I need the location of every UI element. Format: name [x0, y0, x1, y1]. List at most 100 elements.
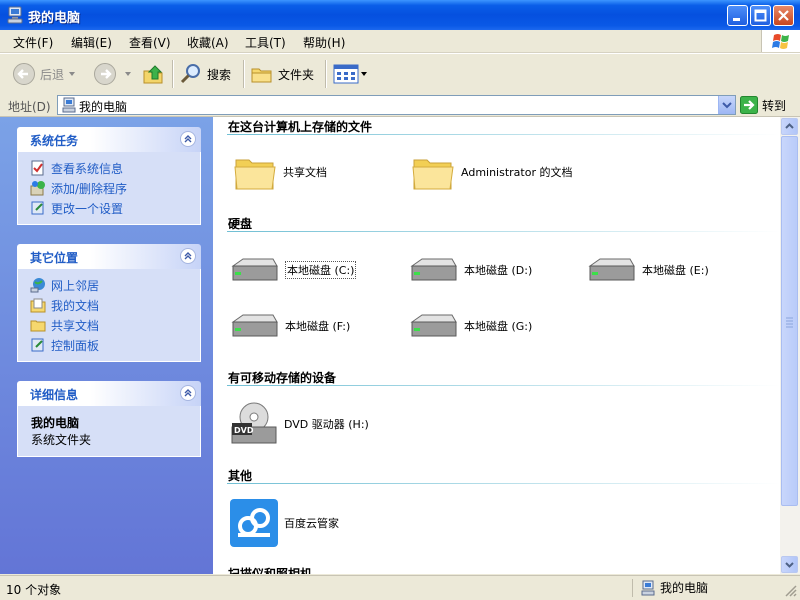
- scroll-thumb[interactable]: [781, 136, 798, 506]
- status-divider: [632, 579, 633, 597]
- menu-tools[interactable]: 工具(T): [245, 34, 286, 51]
- title-bar[interactable]: 我的电脑: [0, 0, 800, 30]
- details-name: 我的电脑: [31, 416, 80, 430]
- back-dropdown-icon[interactable]: [68, 70, 76, 78]
- views-icon: [333, 64, 367, 84]
- dvd-drive-icon: DVD: [231, 402, 277, 444]
- control-panel-icon: [31, 338, 44, 352]
- menu-favorites[interactable]: 收藏(A): [187, 34, 229, 51]
- status-location: 我的电脑: [640, 579, 708, 596]
- chevron-down-icon: [722, 102, 732, 109]
- folder-icon: [412, 159, 454, 190]
- address-bar: 地址(D) 我的电脑 转到: [0, 94, 800, 117]
- address-label: 地址(D): [8, 100, 51, 114]
- other-places-list: 网上邻居 我的文档 共享文档 控制面板: [17, 269, 201, 362]
- group-divider: [227, 134, 780, 135]
- baidu-cloud-icon: [230, 499, 278, 547]
- go-button[interactable]: 转到: [740, 96, 786, 114]
- menu-help[interactable]: 帮助(H): [303, 34, 345, 51]
- my-documents-icon: [30, 298, 46, 313]
- back-arrow-icon: [13, 63, 35, 85]
- place-my-documents[interactable]: 我的文档: [30, 295, 200, 315]
- hard-disk-icon: [410, 258, 457, 281]
- maximize-icon: [754, 9, 767, 22]
- details-body: 我的电脑 系统文件夹: [17, 406, 201, 457]
- go-arrow-icon: [740, 96, 758, 114]
- menu-edit[interactable]: 编辑(E): [71, 34, 112, 51]
- collapse-icon[interactable]: [180, 385, 196, 401]
- up-folder-icon: [143, 65, 163, 84]
- group-divider: [227, 483, 780, 484]
- group-stored-files: 在这台计算机上存储的文件: [228, 120, 373, 134]
- explorer-window: 我的电脑 文件(F) 编辑(E) 查看(V) 收藏(A) 工具(T) 帮助(H): [0, 0, 800, 600]
- window-title: 我的电脑: [28, 11, 81, 26]
- menu-file[interactable]: 文件(F): [13, 34, 53, 51]
- status-bar: 10 个对象 我的电脑: [0, 575, 800, 600]
- folders-icon: [251, 68, 272, 83]
- task-add-remove-programs[interactable]: 添加/删除程序: [30, 178, 200, 198]
- toolbar-separator: [325, 60, 327, 88]
- disk-d[interactable]: 本地磁盘 (D:): [408, 256, 532, 284]
- address-input[interactable]: 我的电脑: [57, 95, 736, 115]
- folder-icon: [234, 159, 276, 190]
- administrator-documents-folder[interactable]: Administrator 的文档: [411, 152, 581, 192]
- disk-g[interactable]: 本地磁盘 (G:): [408, 312, 532, 340]
- other-places-header[interactable]: 其它位置: [17, 244, 201, 269]
- minimize-button[interactable]: [727, 5, 748, 26]
- menu-view[interactable]: 查看(V): [129, 34, 171, 51]
- disk-e[interactable]: 本地磁盘 (E:): [586, 256, 709, 284]
- hard-disk-icon: [231, 314, 278, 337]
- shared-documents-folder[interactable]: 共享文档: [233, 152, 327, 192]
- add-remove-programs-icon: [30, 181, 45, 196]
- my-computer-icon: [7, 6, 23, 24]
- place-control-panel[interactable]: 控制面板: [30, 335, 200, 355]
- my-computer-icon: [641, 580, 655, 595]
- scroll-up-button[interactable]: [781, 118, 798, 135]
- details-panel: 详细信息 我的电脑 系统文件夹: [17, 381, 201, 457]
- views-button[interactable]: [333, 60, 369, 88]
- search-button[interactable]: 搜索: [179, 60, 231, 88]
- task-view-system-info[interactable]: 查看系统信息: [30, 158, 200, 178]
- folders-button[interactable]: 文件夹: [250, 60, 314, 88]
- chevron-up-icon: [785, 123, 794, 129]
- windows-logo: [761, 30, 800, 52]
- shared-folder-icon: [30, 320, 46, 332]
- svg-text:DVD: DVD: [234, 426, 254, 435]
- system-tasks-header[interactable]: 系统任务: [17, 127, 201, 152]
- close-button[interactable]: [773, 5, 794, 26]
- back-button[interactable]: 后退: [12, 60, 64, 88]
- details-header[interactable]: 详细信息: [17, 381, 201, 406]
- collapse-icon[interactable]: [180, 248, 196, 264]
- dvd-drive-h[interactable]: DVD DVD 驱动器 (H:): [230, 401, 369, 447]
- resize-grip-icon[interactable]: [784, 584, 798, 598]
- close-icon: [778, 10, 789, 21]
- place-network[interactable]: 网上邻居: [30, 275, 200, 295]
- grip-icon: [786, 317, 793, 328]
- control-panel-icon: [31, 201, 44, 215]
- disk-f[interactable]: 本地磁盘 (F:): [229, 312, 350, 340]
- group-divider: [227, 231, 780, 232]
- chevron-down-icon: [785, 562, 794, 568]
- forward-button[interactable]: [93, 60, 117, 88]
- up-folder-button[interactable]: [142, 60, 164, 88]
- baidu-cloud-manager[interactable]: 百度云管家: [230, 499, 339, 547]
- forward-dropdown-icon[interactable]: [124, 70, 132, 78]
- maximize-button[interactable]: [750, 5, 771, 26]
- toolbar-separator: [243, 60, 245, 88]
- file-view: 在这台计算机上存储的文件 共享文档 Administrator 的文档 硬盘 本…: [213, 117, 780, 574]
- toolbar: 后退 搜索 文件夹: [0, 53, 800, 95]
- place-shared-documents[interactable]: 共享文档: [30, 315, 200, 335]
- group-other: 其他: [228, 469, 253, 483]
- toolbar-separator: [172, 60, 174, 88]
- vertical-scrollbar[interactable]: [780, 117, 800, 574]
- address-dropdown-button[interactable]: [718, 96, 735, 114]
- hard-disk-icon: [588, 258, 635, 281]
- group-divider: [227, 385, 780, 386]
- other-places-panel: 其它位置 网上邻居 我的文档 共享文档 控制面板: [17, 244, 201, 362]
- scroll-down-button[interactable]: [781, 556, 798, 573]
- hard-disk-icon: [410, 314, 457, 337]
- system-tasks-list: 查看系统信息 添加/删除程序 更改一个设置: [17, 152, 201, 225]
- task-change-setting[interactable]: 更改一个设置: [30, 198, 200, 218]
- disk-c[interactable]: 本地磁盘 (C:): [229, 256, 357, 284]
- collapse-icon[interactable]: [180, 131, 196, 147]
